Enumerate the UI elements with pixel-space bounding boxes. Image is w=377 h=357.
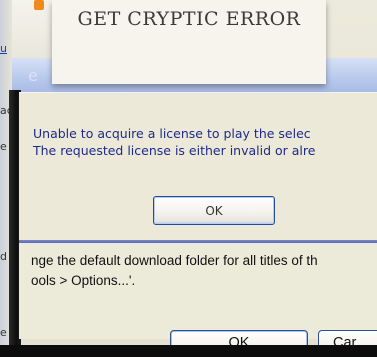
background-title-text: e (28, 66, 38, 85)
background-link-fragment[interactable]: u (0, 42, 7, 55)
background-label-fragment: e (0, 140, 7, 153)
background-label-fragment: e (0, 326, 7, 339)
info-line: ools > Options...'. (31, 273, 136, 288)
background-window-corner (12, 0, 52, 58)
screenshot-stage: e u ac e d e Unable to acquire a license… (0, 0, 377, 357)
caption-card: GET CRYPTIC ERROR (52, 0, 326, 84)
error-ok-button[interactable]: OK (153, 196, 275, 225)
orange-arrow-icon (34, 0, 44, 10)
background-label-fragment: d (0, 250, 7, 263)
screen-bezel (0, 345, 377, 357)
error-message-line: The requested license is either invalid … (33, 143, 316, 158)
error-dialog: Unable to acquire a license to play the … (19, 92, 377, 241)
error-message: Unable to acquire a license to play the … (33, 125, 377, 159)
error-message-line: Unable to acquire a license to play the … (33, 126, 311, 141)
info-text: nge the default download folder for all … (31, 251, 377, 291)
info-line: nge the default download folder for all … (31, 253, 318, 268)
caption-title: GET CRYPTIC ERROR (77, 8, 301, 30)
download-folder-info: nge the default download folder for all … (19, 243, 377, 299)
